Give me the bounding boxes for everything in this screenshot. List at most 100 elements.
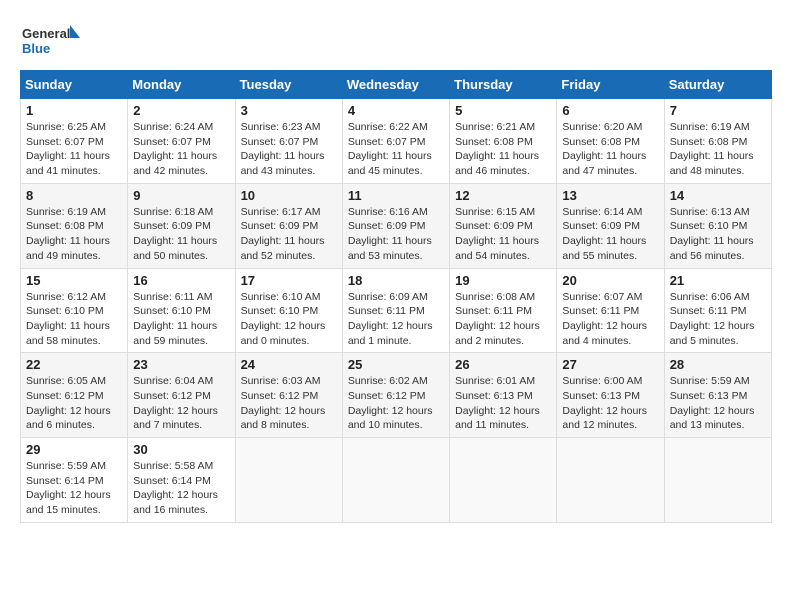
calendar-cell: 8 Sunrise: 6:19 AM Sunset: 6:08 PM Dayli…	[21, 183, 128, 268]
day-info: Sunrise: 6:08 AM Sunset: 6:11 PM Dayligh…	[455, 290, 551, 349]
day-number: 3	[241, 103, 337, 118]
day-info: Sunrise: 6:04 AM Sunset: 6:12 PM Dayligh…	[133, 374, 229, 433]
calendar-cell	[664, 438, 771, 523]
day-info: Sunrise: 6:09 AM Sunset: 6:11 PM Dayligh…	[348, 290, 444, 349]
calendar-cell: 27 Sunrise: 6:00 AM Sunset: 6:13 PM Dayl…	[557, 353, 664, 438]
weekday-header-monday: Monday	[128, 71, 235, 99]
day-info: Sunrise: 5:59 AM Sunset: 6:14 PM Dayligh…	[26, 459, 122, 518]
weekday-header-wednesday: Wednesday	[342, 71, 449, 99]
day-number: 11	[348, 188, 444, 203]
day-number: 28	[670, 357, 766, 372]
day-info: Sunrise: 6:07 AM Sunset: 6:11 PM Dayligh…	[562, 290, 658, 349]
calendar-cell: 25 Sunrise: 6:02 AM Sunset: 6:12 PM Dayl…	[342, 353, 449, 438]
day-info: Sunrise: 6:02 AM Sunset: 6:12 PM Dayligh…	[348, 374, 444, 433]
calendar-cell: 29 Sunrise: 5:59 AM Sunset: 6:14 PM Dayl…	[21, 438, 128, 523]
day-number: 27	[562, 357, 658, 372]
day-info: Sunrise: 6:13 AM Sunset: 6:10 PM Dayligh…	[670, 205, 766, 264]
weekday-header-thursday: Thursday	[450, 71, 557, 99]
day-info: Sunrise: 6:16 AM Sunset: 6:09 PM Dayligh…	[348, 205, 444, 264]
day-info: Sunrise: 6:10 AM Sunset: 6:10 PM Dayligh…	[241, 290, 337, 349]
calendar-cell: 26 Sunrise: 6:01 AM Sunset: 6:13 PM Dayl…	[450, 353, 557, 438]
calendar-week-row: 29 Sunrise: 5:59 AM Sunset: 6:14 PM Dayl…	[21, 438, 772, 523]
day-number: 19	[455, 273, 551, 288]
day-number: 4	[348, 103, 444, 118]
day-number: 24	[241, 357, 337, 372]
calendar-cell: 15 Sunrise: 6:12 AM Sunset: 6:10 PM Dayl…	[21, 268, 128, 353]
calendar-cell: 14 Sunrise: 6:13 AM Sunset: 6:10 PM Dayl…	[664, 183, 771, 268]
weekday-header-saturday: Saturday	[664, 71, 771, 99]
weekday-header-row: SundayMondayTuesdayWednesdayThursdayFrid…	[21, 71, 772, 99]
calendar-cell	[235, 438, 342, 523]
day-number: 21	[670, 273, 766, 288]
calendar-cell: 24 Sunrise: 6:03 AM Sunset: 6:12 PM Dayl…	[235, 353, 342, 438]
day-number: 18	[348, 273, 444, 288]
day-info: Sunrise: 6:11 AM Sunset: 6:10 PM Dayligh…	[133, 290, 229, 349]
calendar-cell	[450, 438, 557, 523]
day-info: Sunrise: 6:12 AM Sunset: 6:10 PM Dayligh…	[26, 290, 122, 349]
calendar-week-row: 22 Sunrise: 6:05 AM Sunset: 6:12 PM Dayl…	[21, 353, 772, 438]
day-number: 29	[26, 442, 122, 457]
day-number: 5	[455, 103, 551, 118]
day-number: 30	[133, 442, 229, 457]
day-number: 14	[670, 188, 766, 203]
day-info: Sunrise: 6:06 AM Sunset: 6:11 PM Dayligh…	[670, 290, 766, 349]
calendar-cell	[557, 438, 664, 523]
day-number: 2	[133, 103, 229, 118]
logo-svg: General Blue	[20, 20, 80, 60]
weekday-header-sunday: Sunday	[21, 71, 128, 99]
day-info: Sunrise: 5:59 AM Sunset: 6:13 PM Dayligh…	[670, 374, 766, 433]
header: General Blue	[20, 20, 772, 60]
day-number: 23	[133, 357, 229, 372]
weekday-header-friday: Friday	[557, 71, 664, 99]
day-info: Sunrise: 6:05 AM Sunset: 6:12 PM Dayligh…	[26, 374, 122, 433]
day-info: Sunrise: 6:25 AM Sunset: 6:07 PM Dayligh…	[26, 120, 122, 179]
calendar-cell: 18 Sunrise: 6:09 AM Sunset: 6:11 PM Dayl…	[342, 268, 449, 353]
day-info: Sunrise: 6:20 AM Sunset: 6:08 PM Dayligh…	[562, 120, 658, 179]
day-info: Sunrise: 6:24 AM Sunset: 6:07 PM Dayligh…	[133, 120, 229, 179]
calendar-cell: 16 Sunrise: 6:11 AM Sunset: 6:10 PM Dayl…	[128, 268, 235, 353]
calendar-cell: 4 Sunrise: 6:22 AM Sunset: 6:07 PM Dayli…	[342, 99, 449, 184]
day-info: Sunrise: 6:23 AM Sunset: 6:07 PM Dayligh…	[241, 120, 337, 179]
day-info: Sunrise: 6:14 AM Sunset: 6:09 PM Dayligh…	[562, 205, 658, 264]
day-number: 22	[26, 357, 122, 372]
calendar-cell: 2 Sunrise: 6:24 AM Sunset: 6:07 PM Dayli…	[128, 99, 235, 184]
day-number: 25	[348, 357, 444, 372]
day-info: Sunrise: 6:19 AM Sunset: 6:08 PM Dayligh…	[26, 205, 122, 264]
day-number: 17	[241, 273, 337, 288]
day-info: Sunrise: 6:01 AM Sunset: 6:13 PM Dayligh…	[455, 374, 551, 433]
calendar-cell: 22 Sunrise: 6:05 AM Sunset: 6:12 PM Dayl…	[21, 353, 128, 438]
day-number: 15	[26, 273, 122, 288]
svg-text:Blue: Blue	[22, 41, 50, 56]
day-info: Sunrise: 6:21 AM Sunset: 6:08 PM Dayligh…	[455, 120, 551, 179]
calendar-week-row: 15 Sunrise: 6:12 AM Sunset: 6:10 PM Dayl…	[21, 268, 772, 353]
calendar-cell: 12 Sunrise: 6:15 AM Sunset: 6:09 PM Dayl…	[450, 183, 557, 268]
calendar-cell: 7 Sunrise: 6:19 AM Sunset: 6:08 PM Dayli…	[664, 99, 771, 184]
day-number: 16	[133, 273, 229, 288]
svg-text:General: General	[22, 26, 70, 41]
day-number: 7	[670, 103, 766, 118]
calendar-cell: 10 Sunrise: 6:17 AM Sunset: 6:09 PM Dayl…	[235, 183, 342, 268]
calendar-cell: 17 Sunrise: 6:10 AM Sunset: 6:10 PM Dayl…	[235, 268, 342, 353]
day-number: 1	[26, 103, 122, 118]
day-number: 13	[562, 188, 658, 203]
logo: General Blue	[20, 20, 80, 60]
calendar-cell: 30 Sunrise: 5:58 AM Sunset: 6:14 PM Dayl…	[128, 438, 235, 523]
day-number: 10	[241, 188, 337, 203]
calendar-cell: 3 Sunrise: 6:23 AM Sunset: 6:07 PM Dayli…	[235, 99, 342, 184]
calendar-cell: 23 Sunrise: 6:04 AM Sunset: 6:12 PM Dayl…	[128, 353, 235, 438]
day-number: 8	[26, 188, 122, 203]
calendar-cell: 21 Sunrise: 6:06 AM Sunset: 6:11 PM Dayl…	[664, 268, 771, 353]
day-info: Sunrise: 5:58 AM Sunset: 6:14 PM Dayligh…	[133, 459, 229, 518]
day-number: 20	[562, 273, 658, 288]
calendar-cell	[342, 438, 449, 523]
day-number: 26	[455, 357, 551, 372]
day-number: 12	[455, 188, 551, 203]
day-info: Sunrise: 6:00 AM Sunset: 6:13 PM Dayligh…	[562, 374, 658, 433]
day-info: Sunrise: 6:18 AM Sunset: 6:09 PM Dayligh…	[133, 205, 229, 264]
day-info: Sunrise: 6:19 AM Sunset: 6:08 PM Dayligh…	[670, 120, 766, 179]
day-info: Sunrise: 6:03 AM Sunset: 6:12 PM Dayligh…	[241, 374, 337, 433]
calendar-cell: 9 Sunrise: 6:18 AM Sunset: 6:09 PM Dayli…	[128, 183, 235, 268]
day-number: 9	[133, 188, 229, 203]
calendar-cell: 28 Sunrise: 5:59 AM Sunset: 6:13 PM Dayl…	[664, 353, 771, 438]
calendar-cell: 19 Sunrise: 6:08 AM Sunset: 6:11 PM Dayl…	[450, 268, 557, 353]
